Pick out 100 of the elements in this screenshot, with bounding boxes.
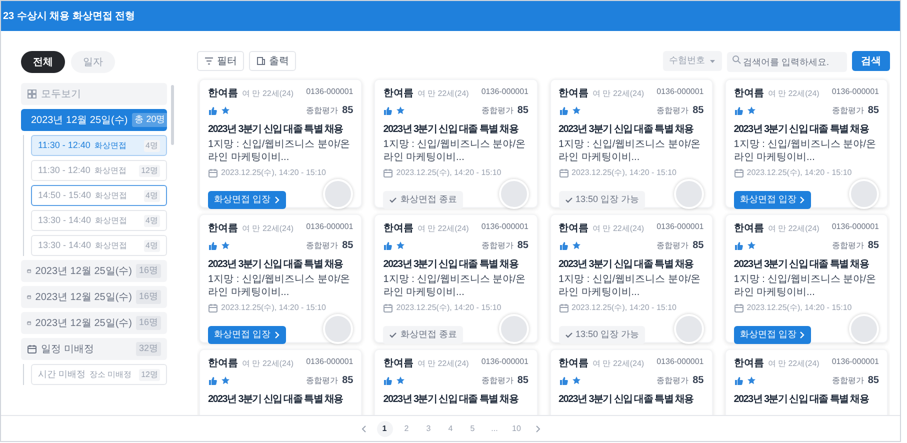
job-title: 2023년 3분기 신입 대졸 특별 채용 xyxy=(383,123,520,136)
job-title: 2023년 3분기 신입 대졸 특별 채용 xyxy=(734,123,870,136)
job-position: 1지망 : 신입/웹비즈니스 분야/온라인 마케팅이비... xyxy=(734,273,877,299)
date-label: 2023년 12월 25일(수) xyxy=(35,290,132,304)
filter-dropdown[interactable]: 수험번호 xyxy=(663,51,722,71)
candidate-id: 0136-000001 xyxy=(656,86,704,98)
date-group[interactable]: 일정 미배정 32명 xyxy=(21,338,167,360)
slot-type: 화상면접 xyxy=(94,140,128,152)
candidate-info: 여 만 22세(24) xyxy=(417,223,469,235)
toolbar-button[interactable]: 출력 xyxy=(249,51,296,71)
toolbar-button[interactable]: 필터 xyxy=(197,51,244,71)
slot-time: 13:30 - 14:40 xyxy=(38,214,92,227)
count-badge: 4명 xyxy=(144,190,160,202)
slot-type: 화상면접 xyxy=(95,240,128,252)
candidate-id: 0136-000001 xyxy=(481,221,528,233)
count-badge: 32명 xyxy=(136,342,161,356)
score-value: 85 xyxy=(692,374,704,388)
time-slot[interactable]: 13:30 - 14:40 화상면접 4명 xyxy=(31,235,167,256)
score-label: 종합평가 xyxy=(832,105,864,117)
candidate-id: 0136-000001 xyxy=(481,356,528,368)
count-badge: 총 20명 xyxy=(132,113,168,127)
time-slot[interactable]: 11:30 - 12:40 화상면접 12명 xyxy=(31,160,167,181)
score-value: 85 xyxy=(692,239,704,253)
page-title: 23 수상시 채용 화상면접 전형 xyxy=(3,10,136,24)
interview-button[interactable]: 화상면접 입장 xyxy=(208,326,286,344)
date-group[interactable]: 2023년 12월 25일(수) 16명 xyxy=(21,260,167,282)
slot-time: 11:30 - 12:40 xyxy=(38,164,90,177)
slot-time: 11:30 - 12:40 xyxy=(38,138,90,152)
slot-time: 13:30 - 14:40 xyxy=(38,238,92,252)
time-slot[interactable]: 14:50 - 15:40 화상면접 4명 xyxy=(31,185,167,206)
page-button[interactable]: 5 xyxy=(464,420,480,436)
score-value: 85 xyxy=(868,104,879,118)
interview-button[interactable]: 13:50 입장 가능 xyxy=(558,191,646,209)
count-badge: 4명 xyxy=(144,240,160,252)
page-button[interactable]: 2 xyxy=(398,420,414,436)
score-label: 종합평가 xyxy=(481,105,514,117)
candidate-name: 한여름 xyxy=(208,222,238,236)
interview-date: 2023.12.25(수), 14:20 - 15:10 xyxy=(572,302,676,314)
page-button[interactable]: ... xyxy=(486,420,502,436)
job-position: 1지망 : 신입/웹비즈니스 분야/온라인 마케팅이비... xyxy=(208,138,352,164)
slot-type: 장소 미배정 xyxy=(90,368,133,380)
page-button[interactable]: 3 xyxy=(420,420,436,436)
job-position: 1지망 : 신입/웹비즈니스 분야/온라인 마케팅이비... xyxy=(558,273,702,299)
score-value: 85 xyxy=(692,104,704,118)
candidate-name: 한여름 xyxy=(383,222,414,236)
candidate-id: 0136-000001 xyxy=(656,221,704,233)
job-title: 2023년 3분기 신입 대졸 특별 채용 xyxy=(558,123,694,136)
score-label: 종합평가 xyxy=(481,240,514,252)
interview-button[interactable]: 13:50 입장 가능 xyxy=(558,326,646,344)
page-button[interactable]: 10 xyxy=(508,420,524,436)
interview-button[interactable]: 화상면접 입장 xyxy=(734,326,812,344)
candidate-info: 여 만 22세(24) xyxy=(242,88,294,100)
date-group[interactable]: 2023년 12월 25일(수) 16명 xyxy=(21,312,167,334)
slot-type: 화상면접 xyxy=(94,164,128,176)
job-position: 1지망 : 신입/웹비즈니스 분야/온라인 마케팅이비... xyxy=(734,138,877,164)
interview-button[interactable]: 화상면접 종료 xyxy=(383,326,463,344)
candidate-info: 여 만 22세(24) xyxy=(242,358,294,370)
date-group[interactable]: 2023년 12월 25일(수) 총 20명 xyxy=(21,109,167,131)
interview-date: 2023.12.25(수), 14:20 - 15:10 xyxy=(396,167,502,179)
score-label: 종합평가 xyxy=(306,240,338,252)
sidebar-item-label: 모두보기 xyxy=(41,88,81,102)
candidate-info: 여 만 22세(24) xyxy=(592,223,644,235)
interview-date: 2023.12.25(수), 14:20 - 15:10 xyxy=(221,167,326,179)
candidate-name: 한여름 xyxy=(383,357,414,371)
score-label: 종합평가 xyxy=(306,105,338,117)
page-button[interactable]: 1 xyxy=(376,420,392,436)
candidate-name: 한여름 xyxy=(383,87,414,101)
search-field[interactable]: 검색어를 입력하세요. xyxy=(727,52,847,72)
job-title: 2023년 3분기 신입 대졸 특별 채용 xyxy=(383,393,520,406)
date-group[interactable]: 2023년 12월 25일(수) 16명 xyxy=(21,286,167,308)
page-button[interactable]: 4 xyxy=(442,420,458,436)
job-position: 1지망 : 신입/웹비즈니스 분야/온라인 마케팅이비... xyxy=(558,138,702,164)
score-value: 85 xyxy=(868,374,879,388)
search-button[interactable]: 검색 xyxy=(852,51,890,71)
date-label: 2023년 12월 25일(수) xyxy=(35,264,132,278)
score-value: 85 xyxy=(868,239,879,253)
count-badge: 12명 xyxy=(139,368,160,380)
candidate-id: 0136-000001 xyxy=(481,86,528,98)
score-label: 종합평가 xyxy=(656,240,689,252)
time-slot[interactable]: 13:30 - 14:40 화상면접 4명 xyxy=(31,210,167,231)
score-value: 85 xyxy=(342,239,354,253)
job-title: 2023년 3분기 신입 대졸 특별 채용 xyxy=(383,258,520,271)
interview-button[interactable]: 화상면접 입장 xyxy=(734,191,812,209)
interview-button[interactable]: 화상면접 입장 xyxy=(208,191,286,209)
score-label: 종합평가 xyxy=(832,240,864,252)
candidate-id: 0136-000001 xyxy=(832,86,879,98)
count-badge: 16명 xyxy=(136,316,161,330)
sidebar-item[interactable]: 모두보기 xyxy=(21,83,167,105)
view-tab[interactable]: 일자 xyxy=(71,51,115,73)
view-tab[interactable]: 전체 xyxy=(21,51,65,73)
time-slot[interactable]: 11:30 - 12:40 화상면접 4명 xyxy=(31,135,167,156)
interview-date: 2023.12.25(수), 14:20 - 15:10 xyxy=(572,167,676,179)
job-position: 1지망 : 신입/웹비즈니스 분야/온라인 마케팅이비... xyxy=(383,138,526,164)
time-slot[interactable]: 시간 미배정 장소 미배정 12명 xyxy=(31,364,167,385)
score-label: 종합평가 xyxy=(656,105,689,117)
candidate-name: 한여름 xyxy=(734,222,764,236)
candidate-id: 0136-000001 xyxy=(306,356,354,368)
count-badge: 12명 xyxy=(139,164,160,176)
interview-button[interactable]: 화상면접 종료 xyxy=(383,191,463,209)
candidate-name: 한여름 xyxy=(558,87,588,101)
